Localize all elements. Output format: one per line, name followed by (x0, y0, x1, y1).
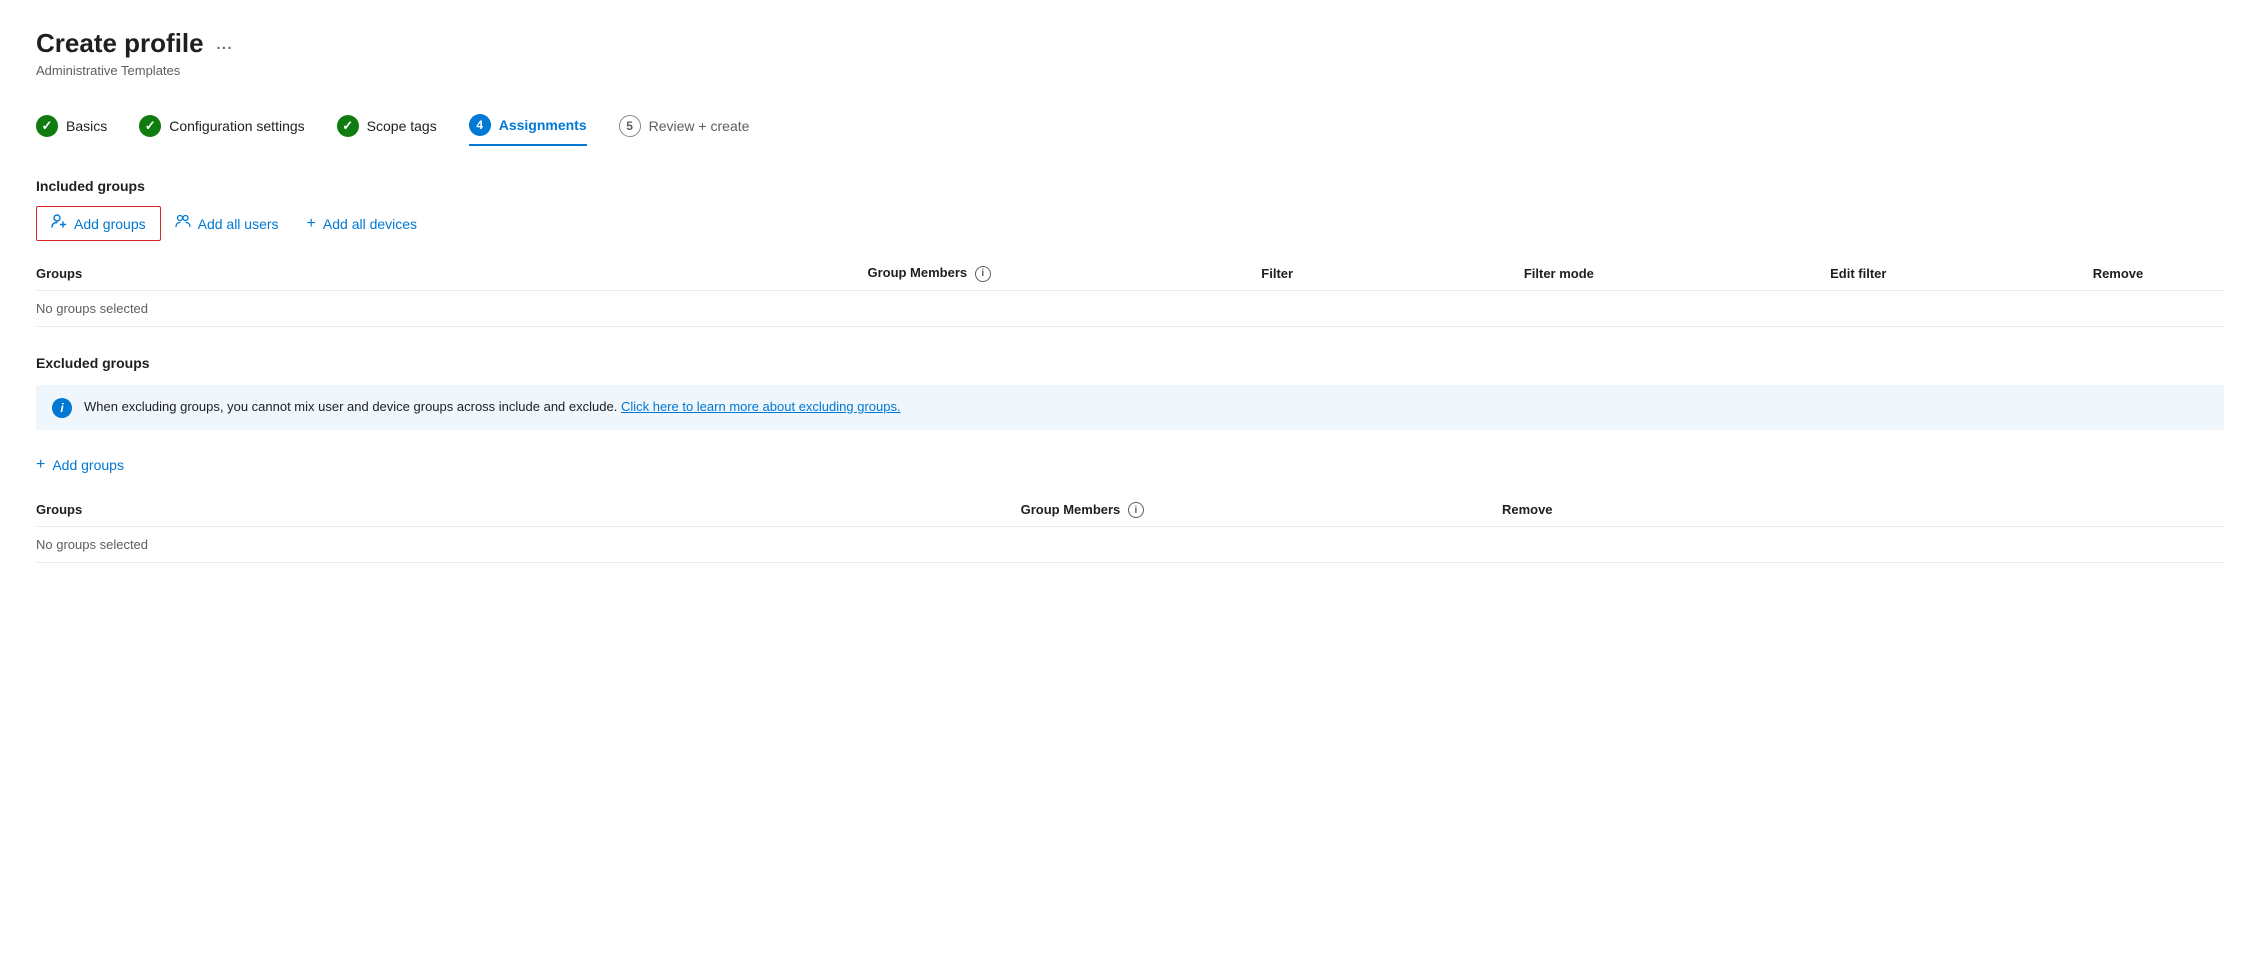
excluded-empty-text: No groups selected (36, 527, 2224, 563)
add-groups-people-icon (51, 213, 67, 234)
step-review[interactable]: 5 Review + create (619, 107, 750, 145)
add-all-devices-label: Add all devices (323, 216, 417, 232)
title-ellipsis[interactable]: ... (216, 32, 233, 55)
page-header: Create profile ... Administrative Templa… (36, 28, 2224, 78)
info-banner-text: When excluding groups, you cannot mix us… (84, 397, 901, 417)
excluded-section: Excluded groups When excluding groups, y… (36, 355, 2224, 564)
excluded-col-members: Group Members i (1021, 494, 1502, 527)
step-basics-label: Basics (66, 118, 107, 134)
included-col-groups: Groups (36, 257, 867, 290)
included-col-remove: Remove (2093, 257, 2224, 290)
add-all-users-button[interactable]: Add all users (161, 207, 293, 240)
step-scope-label: Scope tags (367, 118, 437, 134)
step-configuration-label: Configuration settings (169, 118, 304, 134)
title-text: Create profile (36, 28, 204, 59)
included-empty-text: No groups selected (36, 290, 2224, 326)
included-col-filter-mode: Filter mode (1524, 257, 1830, 290)
page-title: Create profile ... (36, 28, 2224, 59)
included-col-filter: Filter (1261, 257, 1524, 290)
excluded-col-remove: Remove (1502, 494, 2224, 527)
excluded-col-groups: Groups (36, 494, 1021, 527)
group-members-info-icon[interactable]: i (975, 266, 991, 282)
included-table: Groups Group Members i Filter Filter mod… (36, 257, 2224, 327)
wizard-steps: Basics Configuration settings Scope tags… (36, 106, 2224, 146)
step-basics-check-icon (36, 115, 58, 137)
step-assignments-num-icon: 4 (469, 114, 491, 136)
excluded-group-members-info-icon[interactable]: i (1128, 502, 1144, 518)
step-assignments-label: Assignments (499, 117, 587, 133)
step-scope-check-icon (337, 115, 359, 137)
add-all-users-label: Add all users (198, 216, 279, 232)
excluded-add-groups-label: Add groups (52, 457, 124, 473)
included-empty-row: No groups selected (36, 290, 2224, 326)
step-scope[interactable]: Scope tags (337, 107, 437, 145)
step-configuration-check-icon (139, 115, 161, 137)
add-groups-button[interactable]: Add groups (36, 206, 161, 241)
learn-more-link[interactable]: Click here to learn more about excluding… (621, 399, 901, 414)
add-groups-label: Add groups (74, 216, 146, 232)
included-col-members: Group Members i (867, 257, 1261, 290)
info-banner: When excluding groups, you cannot mix us… (36, 385, 2224, 430)
included-col-edit-filter: Edit filter (1830, 257, 2093, 290)
step-review-num-icon: 5 (619, 115, 641, 137)
excluded-table: Groups Group Members i Remove No groups … (36, 494, 2224, 564)
add-devices-plus-icon: + (307, 215, 316, 233)
step-review-label: Review + create (649, 118, 750, 134)
excluded-section-label: Excluded groups (36, 355, 2224, 371)
info-banner-icon (52, 398, 72, 418)
included-section-label: Included groups (36, 178, 2224, 194)
excluded-empty-row: No groups selected (36, 527, 2224, 563)
add-users-people-icon (175, 213, 191, 234)
step-assignments[interactable]: 4 Assignments (469, 106, 587, 146)
add-all-devices-button[interactable]: + Add all devices (293, 209, 432, 239)
step-configuration[interactable]: Configuration settings (139, 107, 304, 145)
excluded-plus-icon: + (36, 456, 45, 474)
page-subtitle: Administrative Templates (36, 63, 2224, 78)
excluded-add-groups-button[interactable]: + Add groups (36, 450, 124, 480)
included-action-buttons: Add groups Add all users + Add all devic… (36, 206, 2224, 241)
step-basics[interactable]: Basics (36, 107, 107, 145)
